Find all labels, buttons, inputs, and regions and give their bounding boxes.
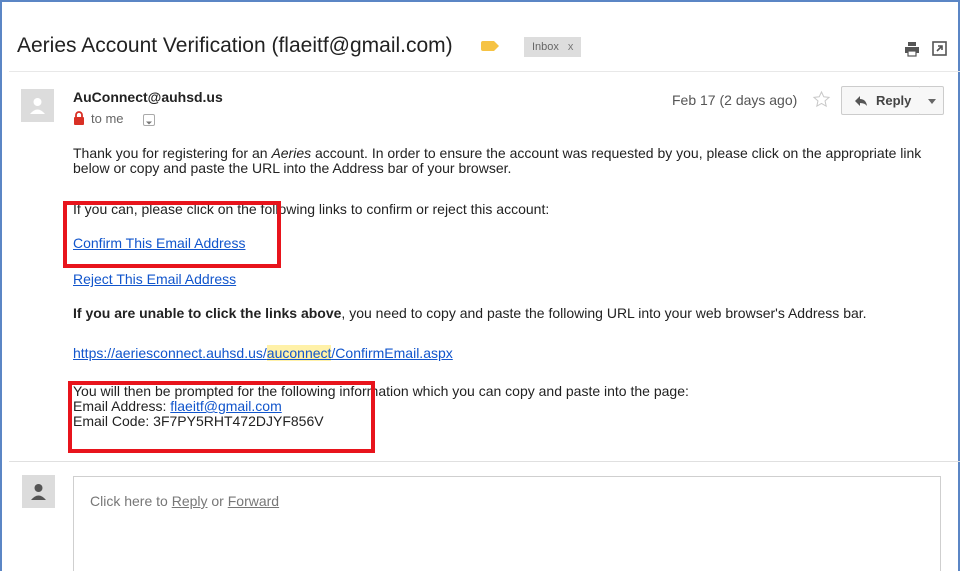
message-date: Feb 17 (2 days ago) (672, 92, 798, 108)
email-subject: Aeries Account Verification (flaeitf@gma… (17, 34, 453, 57)
url-part-start: https://aeriesconnect.auhsd.us/ (73, 345, 267, 361)
inbox-label-chip[interactable]: Inbox x (524, 37, 582, 57)
quick-reply-box[interactable]: Click here to Reply or Forward (73, 476, 941, 571)
intro-brand-name: Aeries (271, 145, 312, 161)
star-icon[interactable] (812, 90, 831, 109)
inbox-label-text: Inbox (532, 41, 559, 53)
chevron-down-icon (146, 121, 152, 125)
new-window-icon[interactable] (932, 41, 947, 56)
subject-row: Aeries Account Verification (flaeitf@gma… (0, 22, 960, 72)
intro-paragraph: Thank you for registering for an Aeries … (73, 146, 933, 176)
thread-divider (9, 461, 960, 462)
forward-link[interactable]: Forward (228, 493, 279, 509)
person-icon (30, 98, 45, 114)
unable-paragraph: If you are unable to click the links abo… (73, 306, 933, 321)
reply-prompt: Click here to Reply or Forward (90, 493, 279, 509)
unable-bold-text: If you are unable to click the links abo… (73, 305, 342, 321)
window-frame-top (0, 0, 960, 2)
my-avatar[interactable] (22, 475, 55, 508)
thread-divider-top (9, 71, 960, 72)
reject-email-link[interactable]: Reject This Email Address (73, 271, 236, 287)
show-details-button[interactable] (143, 114, 155, 126)
lock-icon[interactable] (73, 111, 85, 125)
url-part-highlight: auconnect (266, 345, 332, 361)
annotation-box-confirm-link (63, 201, 281, 268)
reply-button[interactable]: Reply (841, 86, 921, 115)
person-icon (31, 484, 46, 500)
annotation-box-email-code (68, 381, 375, 453)
url-part-end: /ConfirmEmail.aspx (331, 345, 453, 361)
important-label-icon[interactable] (481, 41, 499, 51)
recipient-text: to me (91, 111, 124, 126)
window-frame-left (0, 0, 2, 571)
reply-arrow-icon (855, 96, 867, 106)
sender-address[interactable]: AuConnect@auhsd.us (73, 89, 223, 105)
reply-prompt-or: or (207, 493, 228, 509)
remove-label-button[interactable]: x (568, 41, 574, 53)
confirm-url-link[interactable]: https://aeriesconnect.auhsd.us/auconnect… (73, 345, 453, 361)
reply-prompt-prefix: Click here to (90, 493, 172, 509)
unable-rest-text: , you need to copy and paste the followi… (341, 305, 867, 321)
sender-avatar[interactable] (21, 89, 54, 122)
reply-link[interactable]: Reply (172, 493, 208, 509)
more-actions-button[interactable] (920, 86, 944, 115)
reply-button-label: Reply (876, 93, 912, 108)
print-icon[interactable] (904, 41, 920, 57)
intro-text-start: Thank you for registering for an (73, 145, 272, 161)
